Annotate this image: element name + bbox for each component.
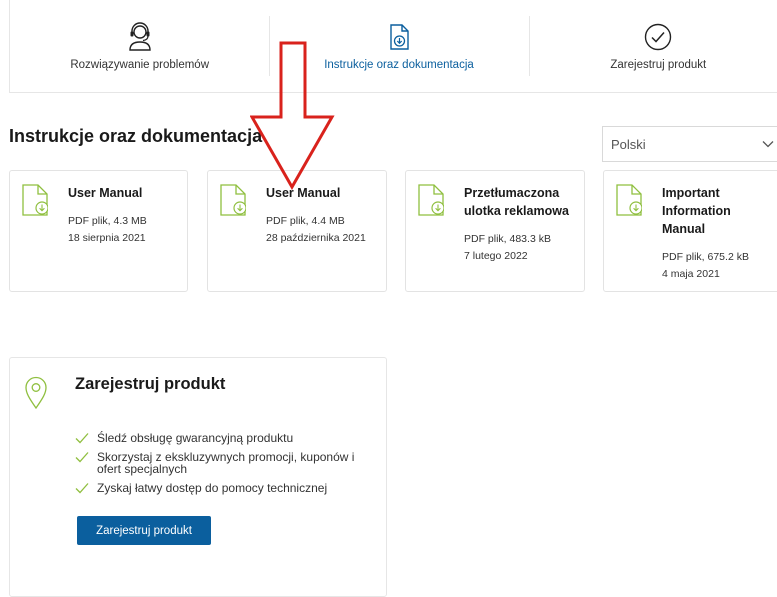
document-meta: PDF plik, 4.4 MB [266, 215, 345, 227]
language-select-value: Polski [611, 137, 646, 152]
document-title[interactable]: User Manual [68, 184, 181, 202]
document-card[interactable]: Important Information Manual PDF plik, 6… [603, 170, 777, 292]
document-date: 4 maja 2021 [662, 268, 720, 280]
pdf-download-icon [22, 184, 48, 216]
document-meta: PDF plik, 675.2 kB [662, 251, 749, 263]
register-title: Zarejestruj produkt [75, 375, 226, 393]
tab-label: Rozwiązywanie problemów [70, 59, 210, 71]
red-down-arrow-annotation [250, 41, 335, 190]
checkmark-icon [75, 482, 89, 493]
benefit-text: Śledź obsługę gwarancyjną produktu [97, 431, 294, 445]
tab-troubleshooting[interactable]: Rozwiązywanie problemów [10, 0, 269, 92]
document-date: 18 sierpnia 2021 [68, 232, 146, 244]
document-card[interactable]: User Manual PDF plik, 4.3 MB 18 sierpnia… [9, 170, 188, 292]
tab-label: Zarejestruj produkt [610, 59, 707, 71]
pdf-download-icon [220, 184, 246, 216]
section-title: Instrukcje oraz dokumentacja [9, 126, 263, 146]
tab-register-product[interactable]: Zarejestruj produkt [528, 0, 777, 92]
register-product-button[interactable]: Zarejestruj produkt [77, 516, 211, 545]
document-download-icon [390, 24, 409, 50]
list-item: Zyskaj łatwy dostęp do pomocy techniczne… [75, 480, 375, 495]
pdf-download-icon [418, 184, 444, 216]
list-item: Śledź obsługę gwarancyjną produktu [75, 432, 375, 445]
check-circle-icon [645, 23, 672, 51]
document-date: 7 lutego 2022 [464, 250, 528, 262]
document-title[interactable]: Przetłumaczona ulotka reklamowa [464, 184, 578, 220]
benefit-text: Skorzystaj z ekskluzywnych promocji, kup… [97, 449, 355, 476]
register-product-card: Zarejestruj produkt Śledź obsługę gwaran… [9, 357, 387, 597]
document-date: 28 października 2021 [266, 232, 366, 244]
pdf-download-icon [616, 184, 642, 216]
headset-support-icon [128, 22, 151, 51]
document-card[interactable]: Przetłumaczona ulotka reklamowa PDF plik… [405, 170, 585, 292]
document-meta: PDF plik, 483.3 kB [464, 233, 551, 245]
benefits-list: Śledź obsługę gwarancyjną produktu Skorz… [75, 432, 375, 500]
benefit-text: Zyskaj łatwy dostęp do pomocy techniczne… [97, 480, 328, 495]
document-title[interactable]: Important Information Manual [662, 184, 762, 238]
location-pin-icon [25, 376, 47, 410]
language-select[interactable]: Polski [602, 126, 777, 162]
checkmark-icon [75, 451, 89, 462]
list-item: Skorzystaj z ekskluzywnych promocji, kup… [75, 449, 375, 476]
chevron-down-icon [762, 141, 774, 148]
support-tabs: Rozwiązywanie problemów Instrukcje oraz … [9, 0, 777, 93]
document-meta: PDF plik, 4.3 MB [68, 215, 147, 227]
checkmark-icon [75, 433, 89, 444]
